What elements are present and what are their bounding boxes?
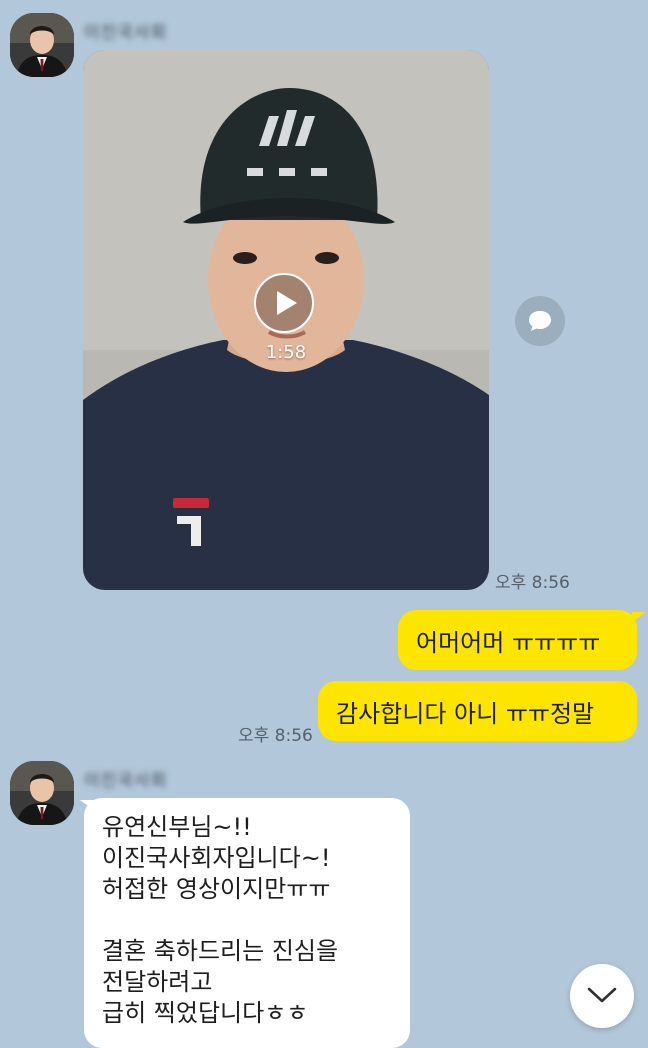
received-message[interactable]: 유연신부님~!! 이진국사회자입니다~! 허접한 영상이지만ㅠㅠ 결혼 축하드리…: [84, 798, 410, 1048]
video-duration: 1:58: [265, 342, 307, 363]
sent-timestamp: 오후 8:56: [238, 726, 313, 746]
video-timestamp: 오후 8:56: [495, 573, 570, 593]
message-line: 전달하려고: [102, 968, 213, 996]
sent-message-1-text: 어머어머 ㅠㅠㅠㅠ: [416, 628, 601, 657]
sent-message-2-text: 감사합니다 아니 ㅠㅠ정말: [336, 699, 595, 728]
message-line: 급히 찍었답니다ㅎㅎ: [102, 999, 309, 1027]
message-line: [102, 905, 392, 936]
scroll-to-bottom-button[interactable]: [570, 964, 634, 1028]
sent-bubble-tail: [632, 612, 646, 622]
message-line: 유연신부님~!!: [102, 813, 252, 841]
sender-avatar-2[interactable]: [10, 761, 74, 825]
sent-message-1[interactable]: 어머어머 ㅠㅠㅠㅠ: [398, 610, 637, 670]
sent-message-2[interactable]: 감사합니다 아니 ㅠㅠ정말: [318, 681, 637, 741]
sender-name-2: 이진국사회: [84, 771, 168, 791]
message-line: 허접한 영상이지만ㅠㅠ: [102, 875, 331, 903]
share-button[interactable]: [515, 296, 565, 346]
video-message[interactable]: 1:58: [83, 50, 489, 590]
sender-name: 이진국사회: [84, 23, 168, 43]
play-button[interactable]: [254, 273, 314, 333]
sender-avatar[interactable]: [10, 13, 74, 77]
message-line: 이진국사회자입니다~!: [102, 844, 331, 872]
avatar-image: [10, 761, 74, 825]
message-line: 결혼 축하드리는 진심을: [102, 937, 339, 965]
avatar-image: [10, 13, 74, 77]
play-icon: [277, 291, 297, 315]
chevron-down-icon: [587, 987, 617, 1003]
speech-bubble-icon: [529, 311, 551, 331]
